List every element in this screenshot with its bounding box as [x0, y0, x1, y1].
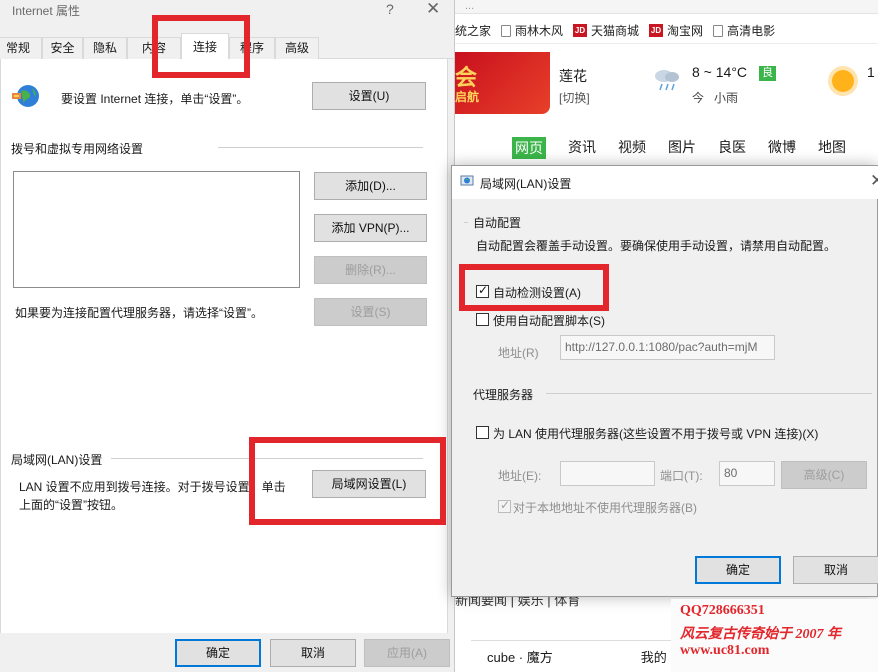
tab-privacy[interactable]: 隐私	[83, 37, 127, 59]
auto-config-header: 自动配置	[473, 216, 522, 230]
lan-text-2: 上面的“设置”按钮。	[19, 498, 123, 512]
today-weather: 今 小雨	[692, 91, 739, 105]
apply-button[interactable]: 应用(A)	[364, 639, 450, 667]
dialog-title: Internet 属性	[12, 4, 81, 18]
tab-security[interactable]: 安全	[42, 37, 83, 59]
nav-item-map[interactable]: 地图	[818, 137, 846, 159]
address-bar-fragment: ...	[455, 0, 878, 14]
close-icon[interactable]: ✕	[870, 171, 878, 191]
promo-banner[interactable]: 会 启航	[455, 52, 550, 114]
proxy-header: 代理服务器	[473, 388, 534, 402]
use-proxy-checkbox[interactable]	[476, 426, 489, 439]
script-address-field[interactable]: http://127.0.0.1:1080/pac?auth=mjM	[560, 335, 775, 360]
lan-settings-dialog: 局域网(LAN)设置 ✕ 自动配置 自动配置会覆盖手动设置。要确保使用手动设置，…	[451, 165, 878, 597]
close-icon[interactable]: ✕	[426, 0, 440, 19]
watermark: QQ728666351 风云复古传奇始于 2007 年 www.uc81.com	[671, 599, 878, 672]
city-name: 莲花	[559, 68, 587, 84]
bypass-local-label[interactable]: 对于本地地址不使用代理服务器(B)	[513, 499, 697, 516]
dialup-header: 拨号和虚拟专用网络设置	[11, 142, 144, 156]
nav-item-health[interactable]: 良医	[718, 137, 746, 159]
nav-item-video[interactable]: 视频	[618, 137, 646, 159]
doc-icon	[713, 24, 724, 37]
script-address-label: 地址(R)	[498, 346, 539, 360]
setup-button[interactable]: 设置(U)	[312, 82, 426, 110]
lan-header: 局域网(LAN)设置	[11, 453, 103, 467]
proxy-address-field[interactable]	[560, 461, 655, 486]
jd-icon: JD	[649, 24, 664, 37]
nav-item-images[interactable]: 图片	[668, 137, 696, 159]
connections-list[interactable]	[13, 171, 300, 288]
internet-properties-dialog: Internet 属性 ? ✕ 常规 安全 隐私 内容 程序 高级 连接 要设置…	[0, 0, 455, 672]
tab-general[interactable]: 常规	[0, 37, 42, 59]
highlight-connections-tab	[152, 15, 250, 78]
mine-link[interactable]: 我的	[641, 647, 667, 666]
bookmark-item[interactable]: JD 天猫商城	[573, 22, 639, 39]
lan-ok-button[interactable]: 确定	[695, 556, 781, 584]
use-script-checkbox[interactable]	[476, 313, 489, 326]
settings-button[interactable]: 设置(S)	[314, 298, 427, 326]
sun-icon	[832, 70, 854, 92]
advanced-button[interactable]: 高级(C)	[781, 461, 867, 489]
proxy-hint: 如果要为连接配置代理服务器，请选择“设置”。	[15, 306, 263, 320]
separator	[546, 393, 872, 394]
doc-icon	[501, 24, 512, 37]
add-vpn-button[interactable]: 添加 VPN(P)...	[314, 214, 427, 242]
search-nav: 网页 资讯 视频 图片 良医 微博 地图	[512, 137, 846, 159]
lan-dialog-title: 局域网(LAN)设置	[480, 177, 572, 191]
use-proxy-label[interactable]: 为 LAN 使用代理服务器(这些设置不用于拨号或 VPN 连接)(X)	[493, 425, 818, 442]
bookmark-item[interactable]: 高清电影	[713, 22, 775, 39]
highlight-lan-button	[249, 437, 446, 525]
today-temperature: 8 ~ 14°C	[692, 64, 748, 80]
rain-cloud-icon	[655, 70, 679, 91]
nav-item-weibo[interactable]: 微博	[768, 137, 796, 159]
lan-cancel-button[interactable]: 取消	[793, 556, 878, 584]
city-switch-link[interactable]: [切换]	[559, 89, 590, 106]
bookmarks-bar: 统之家 雨林木风 JD 天猫商城 JD 淘宝网 高清电影	[455, 18, 878, 44]
use-script-label[interactable]: 使用自动配置脚本(S)	[493, 312, 605, 329]
auto-config-text: 自动配置会覆盖手动设置。要确保使用手动设置，请禁用自动配置。	[476, 239, 837, 253]
help-icon[interactable]: ?	[386, 1, 394, 17]
globe-network-icon	[12, 85, 39, 107]
add-button[interactable]: 添加(D)...	[314, 172, 427, 200]
lan-text-1: LAN 设置不应用到拨号连接。对于拨号设置，单击	[19, 480, 286, 494]
bookmark-item[interactable]: 统之家	[455, 22, 491, 39]
nav-item-web[interactable]: 网页	[512, 137, 546, 159]
cancel-button[interactable]: 取消	[270, 639, 356, 667]
proxy-address-label: 地址(E):	[498, 469, 542, 483]
jd-icon: JD	[573, 24, 588, 37]
bypass-local-checkbox[interactable]	[498, 498, 511, 513]
bookmark-item[interactable]: JD 淘宝网	[649, 22, 703, 39]
separator	[464, 222, 468, 223]
bookmark-item[interactable]: 雨林木风	[501, 22, 563, 39]
highlight-auto-detect	[459, 264, 609, 311]
port-label: 端口(T):	[660, 469, 703, 483]
network-settings-icon	[460, 175, 474, 186]
next-temperature: 1	[867, 64, 875, 80]
ok-button[interactable]: 确定	[175, 639, 261, 667]
remove-button[interactable]: 删除(R)...	[314, 256, 427, 284]
air-quality-badge: 良	[759, 66, 776, 81]
connections-page: 要设置 Internet 连接，单击“设置”。 设置(U) 拨号和虚拟专用网络设…	[0, 59, 448, 633]
separator	[218, 147, 423, 148]
tab-advanced[interactable]: 高级	[275, 37, 319, 59]
nav-item-news[interactable]: 资讯	[568, 137, 596, 159]
cube-link[interactable]: cube · 魔方	[487, 647, 553, 666]
setup-text: 要设置 Internet 连接，单击“设置”。	[61, 92, 249, 106]
lan-titlebar: 局域网(LAN)设置 ✕	[452, 166, 878, 199]
port-field[interactable]: 80	[719, 461, 775, 486]
